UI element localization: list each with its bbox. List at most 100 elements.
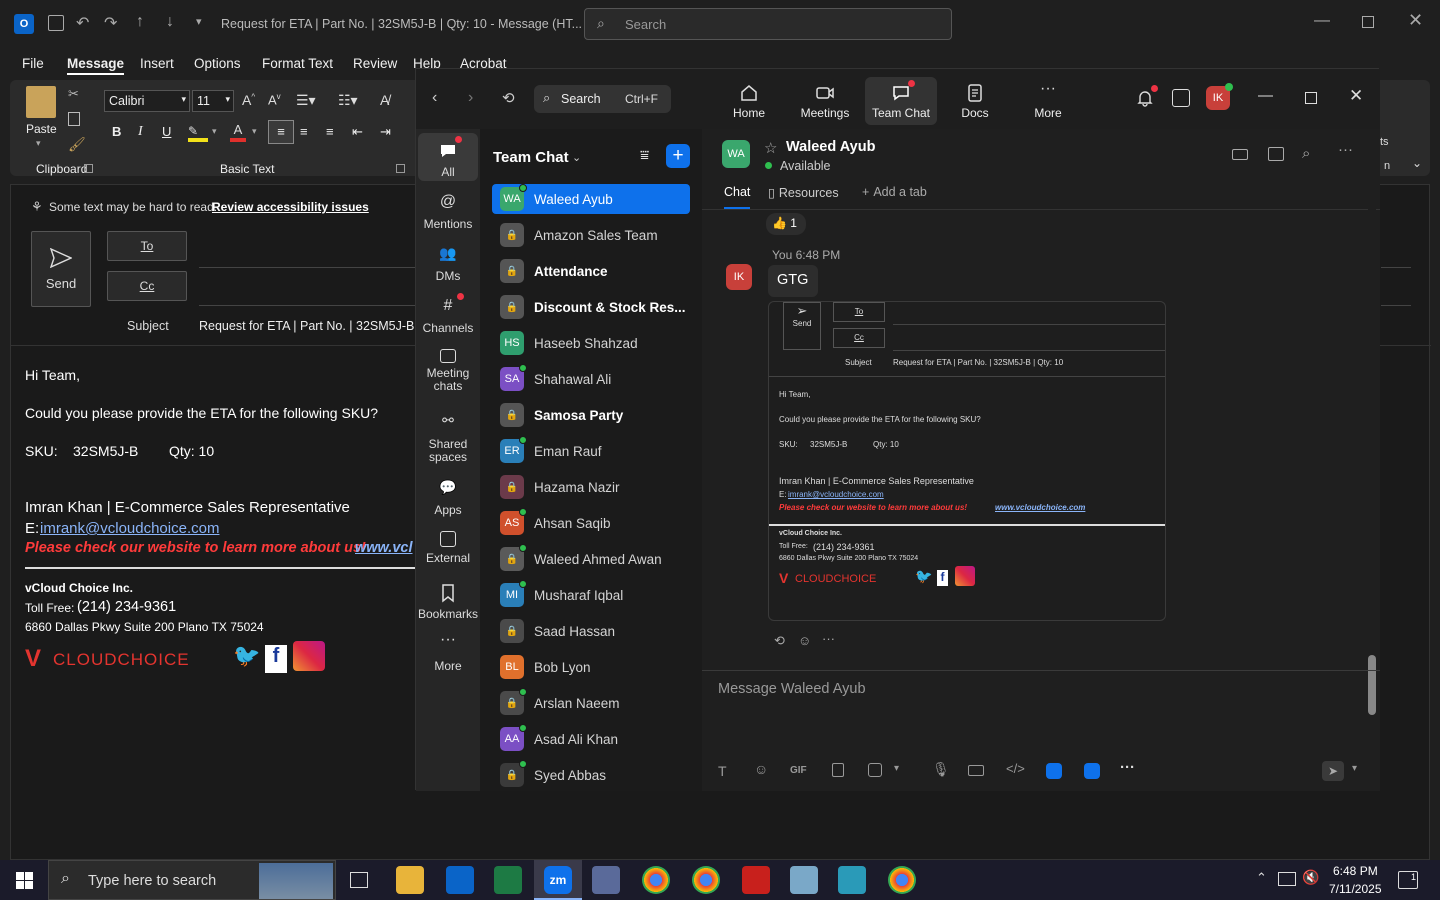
- customize-toolbar-icon[interactable]: ▾: [196, 15, 202, 28]
- chat-scrollbar-track[interactable]: [1368, 209, 1376, 715]
- chrome-profile-icon[interactable]: [888, 866, 916, 894]
- contact-item[interactable]: AA Asad Ali Khan: [492, 724, 690, 754]
- contact-item[interactable]: 🔒 Syed Abbas: [492, 760, 690, 790]
- nav-meetings[interactable]: Meetings: [790, 77, 860, 125]
- tab-file[interactable]: File: [22, 56, 44, 71]
- contact-item[interactable]: SA Shahawal Ali: [492, 364, 690, 394]
- cc-field[interactable]: [199, 305, 415, 306]
- rail-mentions[interactable]: @ Mentions: [418, 193, 478, 231]
- redo-icon[interactable]: ↷: [104, 13, 117, 33]
- gif-icon[interactable]: GIF: [790, 765, 807, 776]
- tab-resources[interactable]: ▯ Resources: [768, 185, 839, 200]
- nav-team-chat[interactable]: Team Chat: [865, 77, 937, 125]
- contact-item[interactable]: 🔒 Discount & Stock Res...: [492, 292, 690, 322]
- screenshot-dropdown-icon[interactable]: ▾: [894, 763, 899, 774]
- volume-icon[interactable]: 🔇: [1302, 869, 1319, 886]
- minimize-icon[interactable]: —: [1314, 12, 1330, 30]
- tab-add[interactable]: + Add a tab: [862, 185, 927, 199]
- reply-icon[interactable]: ⟲: [774, 633, 785, 649]
- forward-icon[interactable]: ›: [468, 89, 473, 107]
- show-hidden-icons[interactable]: ⌃: [1256, 870, 1267, 886]
- highlight-dropdown-icon[interactable]: ▾: [212, 126, 217, 137]
- contact-item[interactable]: 🔒 Saad Hassan: [492, 616, 690, 646]
- rail-meeting-chats[interactable]: Meeting chats: [418, 349, 478, 393]
- notifications-icon[interactable]: [1136, 85, 1158, 107]
- video-call-icon[interactable]: [1232, 149, 1248, 160]
- message-bubble[interactable]: GTG: [768, 265, 818, 297]
- calculator-icon[interactable]: [592, 866, 620, 894]
- filter-icon[interactable]: ⩸: [640, 147, 649, 164]
- subject-field[interactable]: Request for ETA | Part No. | 32SM5J-B | …: [199, 319, 434, 333]
- zoom-minimize-icon[interactable]: —: [1258, 87, 1273, 104]
- restore-icon[interactable]: [1362, 16, 1374, 28]
- basic-text-launcher-icon[interactable]: [396, 164, 405, 173]
- contact-avatar[interactable]: WA: [722, 140, 750, 168]
- zoom-maximize-icon[interactable]: [1305, 92, 1317, 104]
- font-color-icon[interactable]: A: [230, 122, 246, 142]
- arrow-up-icon[interactable]: ↑: [136, 13, 144, 31]
- arrow-down-icon[interactable]: ↓: [166, 13, 174, 31]
- taskbar-time[interactable]: 6:48 PM: [1333, 864, 1378, 878]
- outlook-search-box[interactable]: ⌕ Search: [584, 8, 952, 40]
- contact-item[interactable]: 🔒 Hazama Nazir: [492, 472, 690, 502]
- chat-scrollbar-thumb[interactable]: [1368, 655, 1376, 715]
- excel-taskbar-icon[interactable]: [494, 866, 522, 894]
- profile-avatar[interactable]: IK: [1206, 83, 1233, 110]
- instagram-icon[interactable]: [293, 641, 325, 671]
- contact-item[interactable]: 🔒 Amazon Sales Team: [492, 220, 690, 250]
- rail-more[interactable]: ··· More: [418, 632, 478, 674]
- align-center-icon[interactable]: ≡: [300, 124, 308, 139]
- format-text-icon[interactable]: T: [718, 763, 727, 779]
- send-button[interactable]: Send: [31, 231, 91, 307]
- composer-more-icon[interactable]: ···: [1120, 759, 1135, 776]
- review-accessibility-link[interactable]: Review accessibility issues: [212, 200, 369, 214]
- format-painter-icon[interactable]: 🖌: [68, 136, 86, 153]
- filezilla-icon[interactable]: [742, 866, 770, 894]
- network-icon[interactable]: [1278, 872, 1296, 886]
- reaction-badge[interactable]: 👍 1: [766, 213, 806, 235]
- message-input[interactable]: Message Waleed Ayub: [718, 681, 866, 697]
- share-screen-icon[interactable]: [1268, 147, 1284, 161]
- collapse-ribbon-icon[interactable]: ⌄: [1412, 156, 1422, 170]
- nav-more[interactable]: ··· More: [1018, 77, 1078, 125]
- notes-app-icon[interactable]: [790, 866, 818, 894]
- paste-icon[interactable]: [26, 86, 56, 118]
- rail-channels[interactable]: # Channels: [418, 293, 478, 335]
- chat-more-icon[interactable]: ···: [1338, 141, 1353, 158]
- history-icon[interactable]: ⟲: [502, 89, 515, 107]
- message-more-icon[interactable]: ···: [822, 631, 835, 646]
- file-explorer-icon[interactable]: [396, 866, 424, 894]
- contact-item[interactable]: 🔒 Samosa Party: [492, 400, 690, 430]
- underline-icon[interactable]: U: [162, 124, 171, 139]
- bold-icon[interactable]: B: [112, 124, 121, 139]
- rail-external[interactable]: External: [418, 531, 478, 565]
- align-left-icon[interactable]: ≡: [268, 120, 294, 144]
- rail-shared-spaces[interactable]: ⚯ Shared spaces: [418, 413, 478, 464]
- app-diamond-icon[interactable]: [838, 866, 866, 894]
- facebook-icon[interactable]: f: [265, 645, 287, 673]
- rail-dms[interactable]: 👥 DMs: [418, 245, 478, 283]
- font-size-select[interactable]: 11 ▾: [192, 90, 234, 112]
- notification-center-icon[interactable]: 1: [1398, 871, 1418, 889]
- contact-item[interactable]: WA Waleed Ayub: [492, 184, 690, 214]
- bullets-icon[interactable]: ☰▾: [296, 92, 316, 109]
- align-right-icon[interactable]: ≡: [326, 124, 334, 139]
- screenshot-icon[interactable]: [868, 763, 882, 777]
- code-icon[interactable]: </>: [1006, 761, 1025, 776]
- increase-indent-icon[interactable]: ⇥: [380, 124, 391, 140]
- rail-bookmarks[interactable]: Bookmarks: [418, 583, 478, 621]
- contact-item[interactable]: ER Eman Rauf: [492, 436, 690, 466]
- close-icon[interactable]: ✕: [1408, 10, 1423, 31]
- to-button[interactable]: To: [107, 231, 187, 261]
- contact-item[interactable]: MI Musharaf Iqbal: [492, 580, 690, 610]
- italic-icon[interactable]: I: [138, 124, 143, 140]
- taskbar-search[interactable]: ⌕ Type here to search: [48, 860, 336, 900]
- tab-message[interactable]: Message: [67, 56, 125, 75]
- back-icon[interactable]: ‹: [432, 89, 437, 107]
- zoom-close-icon[interactable]: ✕: [1349, 86, 1363, 106]
- outlook-taskbar-icon[interactable]: [446, 866, 474, 894]
- tab-review[interactable]: Review: [353, 56, 397, 71]
- zoom-taskbar-item[interactable]: zm: [534, 860, 582, 900]
- send-message-icon[interactable]: ➤: [1322, 761, 1344, 781]
- contact-item[interactable]: 🔒 Arslan Naeem: [492, 688, 690, 718]
